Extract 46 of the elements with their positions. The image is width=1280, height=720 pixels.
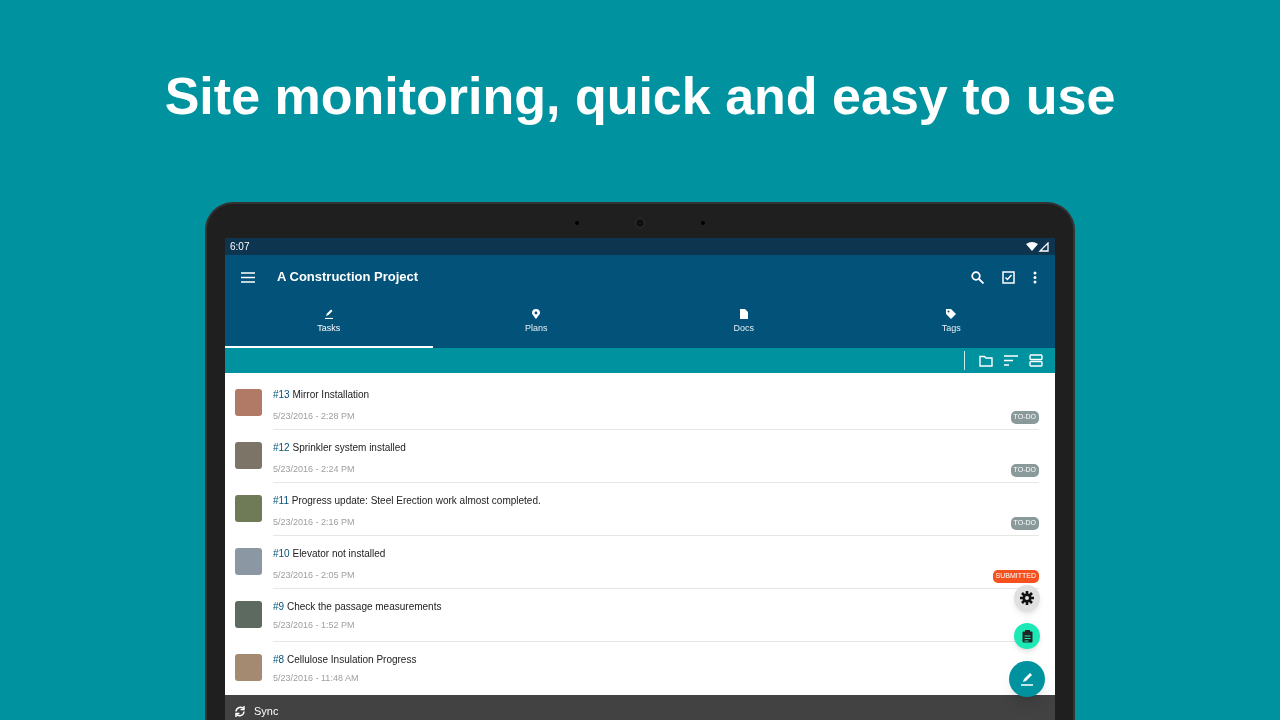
- wifi-signal-icon: [1026, 241, 1050, 252]
- photo-placeholder: [235, 389, 262, 416]
- headline: Site monitoring, quick and easy to use: [164, 66, 1116, 126]
- photo-placeholder: [235, 548, 262, 575]
- menu-icon[interactable]: [241, 271, 255, 283]
- settings-button[interactable]: [1014, 585, 1040, 611]
- new-task-button[interactable]: [1009, 661, 1045, 697]
- view-toggle-icon[interactable]: [1029, 354, 1043, 367]
- task-date: 5/23/2016 - 1:52 PM: [273, 619, 355, 632]
- pencil-icon: [1020, 672, 1034, 686]
- clipboard-button[interactable]: [1014, 623, 1040, 649]
- sort-icon[interactable]: [1004, 355, 1018, 366]
- task-date: 5/23/2016 - 2:16 PM: [273, 516, 355, 529]
- project-title: A Construction Project: [277, 268, 419, 287]
- tab[interactable]: Docs: [640, 299, 848, 348]
- document-icon: [739, 309, 748, 320]
- task-title: #11 Progress update: Steel Erection work almost completed.: [273, 495, 542, 507]
- photo-placeholder: [235, 495, 262, 522]
- task-title: #10 Elevator not installed: [273, 548, 387, 560]
- sync-icon[interactable]: [234, 704, 246, 718]
- task-date: 5/23/2016 - 2:24 PM: [273, 463, 355, 476]
- pencil-icon: [323, 309, 334, 320]
- sync-label[interactable]: Sync: [254, 702, 279, 720]
- folder-icon[interactable]: [979, 354, 993, 367]
- task-title: #8 Cellulose Insulation Progress: [273, 654, 418, 666]
- camera-lens: [635, 218, 645, 228]
- task-title: #9 Check the passage measurements: [273, 601, 443, 613]
- settings-icon: [1020, 591, 1034, 605]
- task-date: 5/23/2016 - 2:28 PM: [273, 410, 355, 423]
- task-title: #13 Mirror Installation: [273, 389, 371, 401]
- photo-placeholder: [235, 442, 262, 469]
- task-row[interactable]: #8 Cellulose Insulation Progress 5/23/2016 - 11:48 AM: [225, 642, 1055, 695]
- map-pin-icon: [532, 309, 541, 320]
- clipboard-icon: [1021, 629, 1033, 643]
- tab[interactable]: Plans: [432, 299, 640, 348]
- photo-placeholder: [235, 654, 262, 681]
- task-date: 5/23/2016 - 11:48 AM: [273, 672, 359, 685]
- checkbox-icon[interactable]: [1002, 270, 1015, 284]
- photo-placeholder: [235, 601, 262, 628]
- tab[interactable]: Tags: [847, 299, 1055, 348]
- tag-icon: [946, 309, 957, 320]
- task-date: 5/23/2016 - 2:05 PM: [273, 569, 355, 582]
- more-options-icon[interactable]: [1033, 270, 1037, 284]
- search-icon[interactable]: [971, 270, 984, 284]
- clock-time: 6:07: [230, 240, 250, 254]
- task-title: #12 Sprinkler system installed: [273, 442, 407, 454]
